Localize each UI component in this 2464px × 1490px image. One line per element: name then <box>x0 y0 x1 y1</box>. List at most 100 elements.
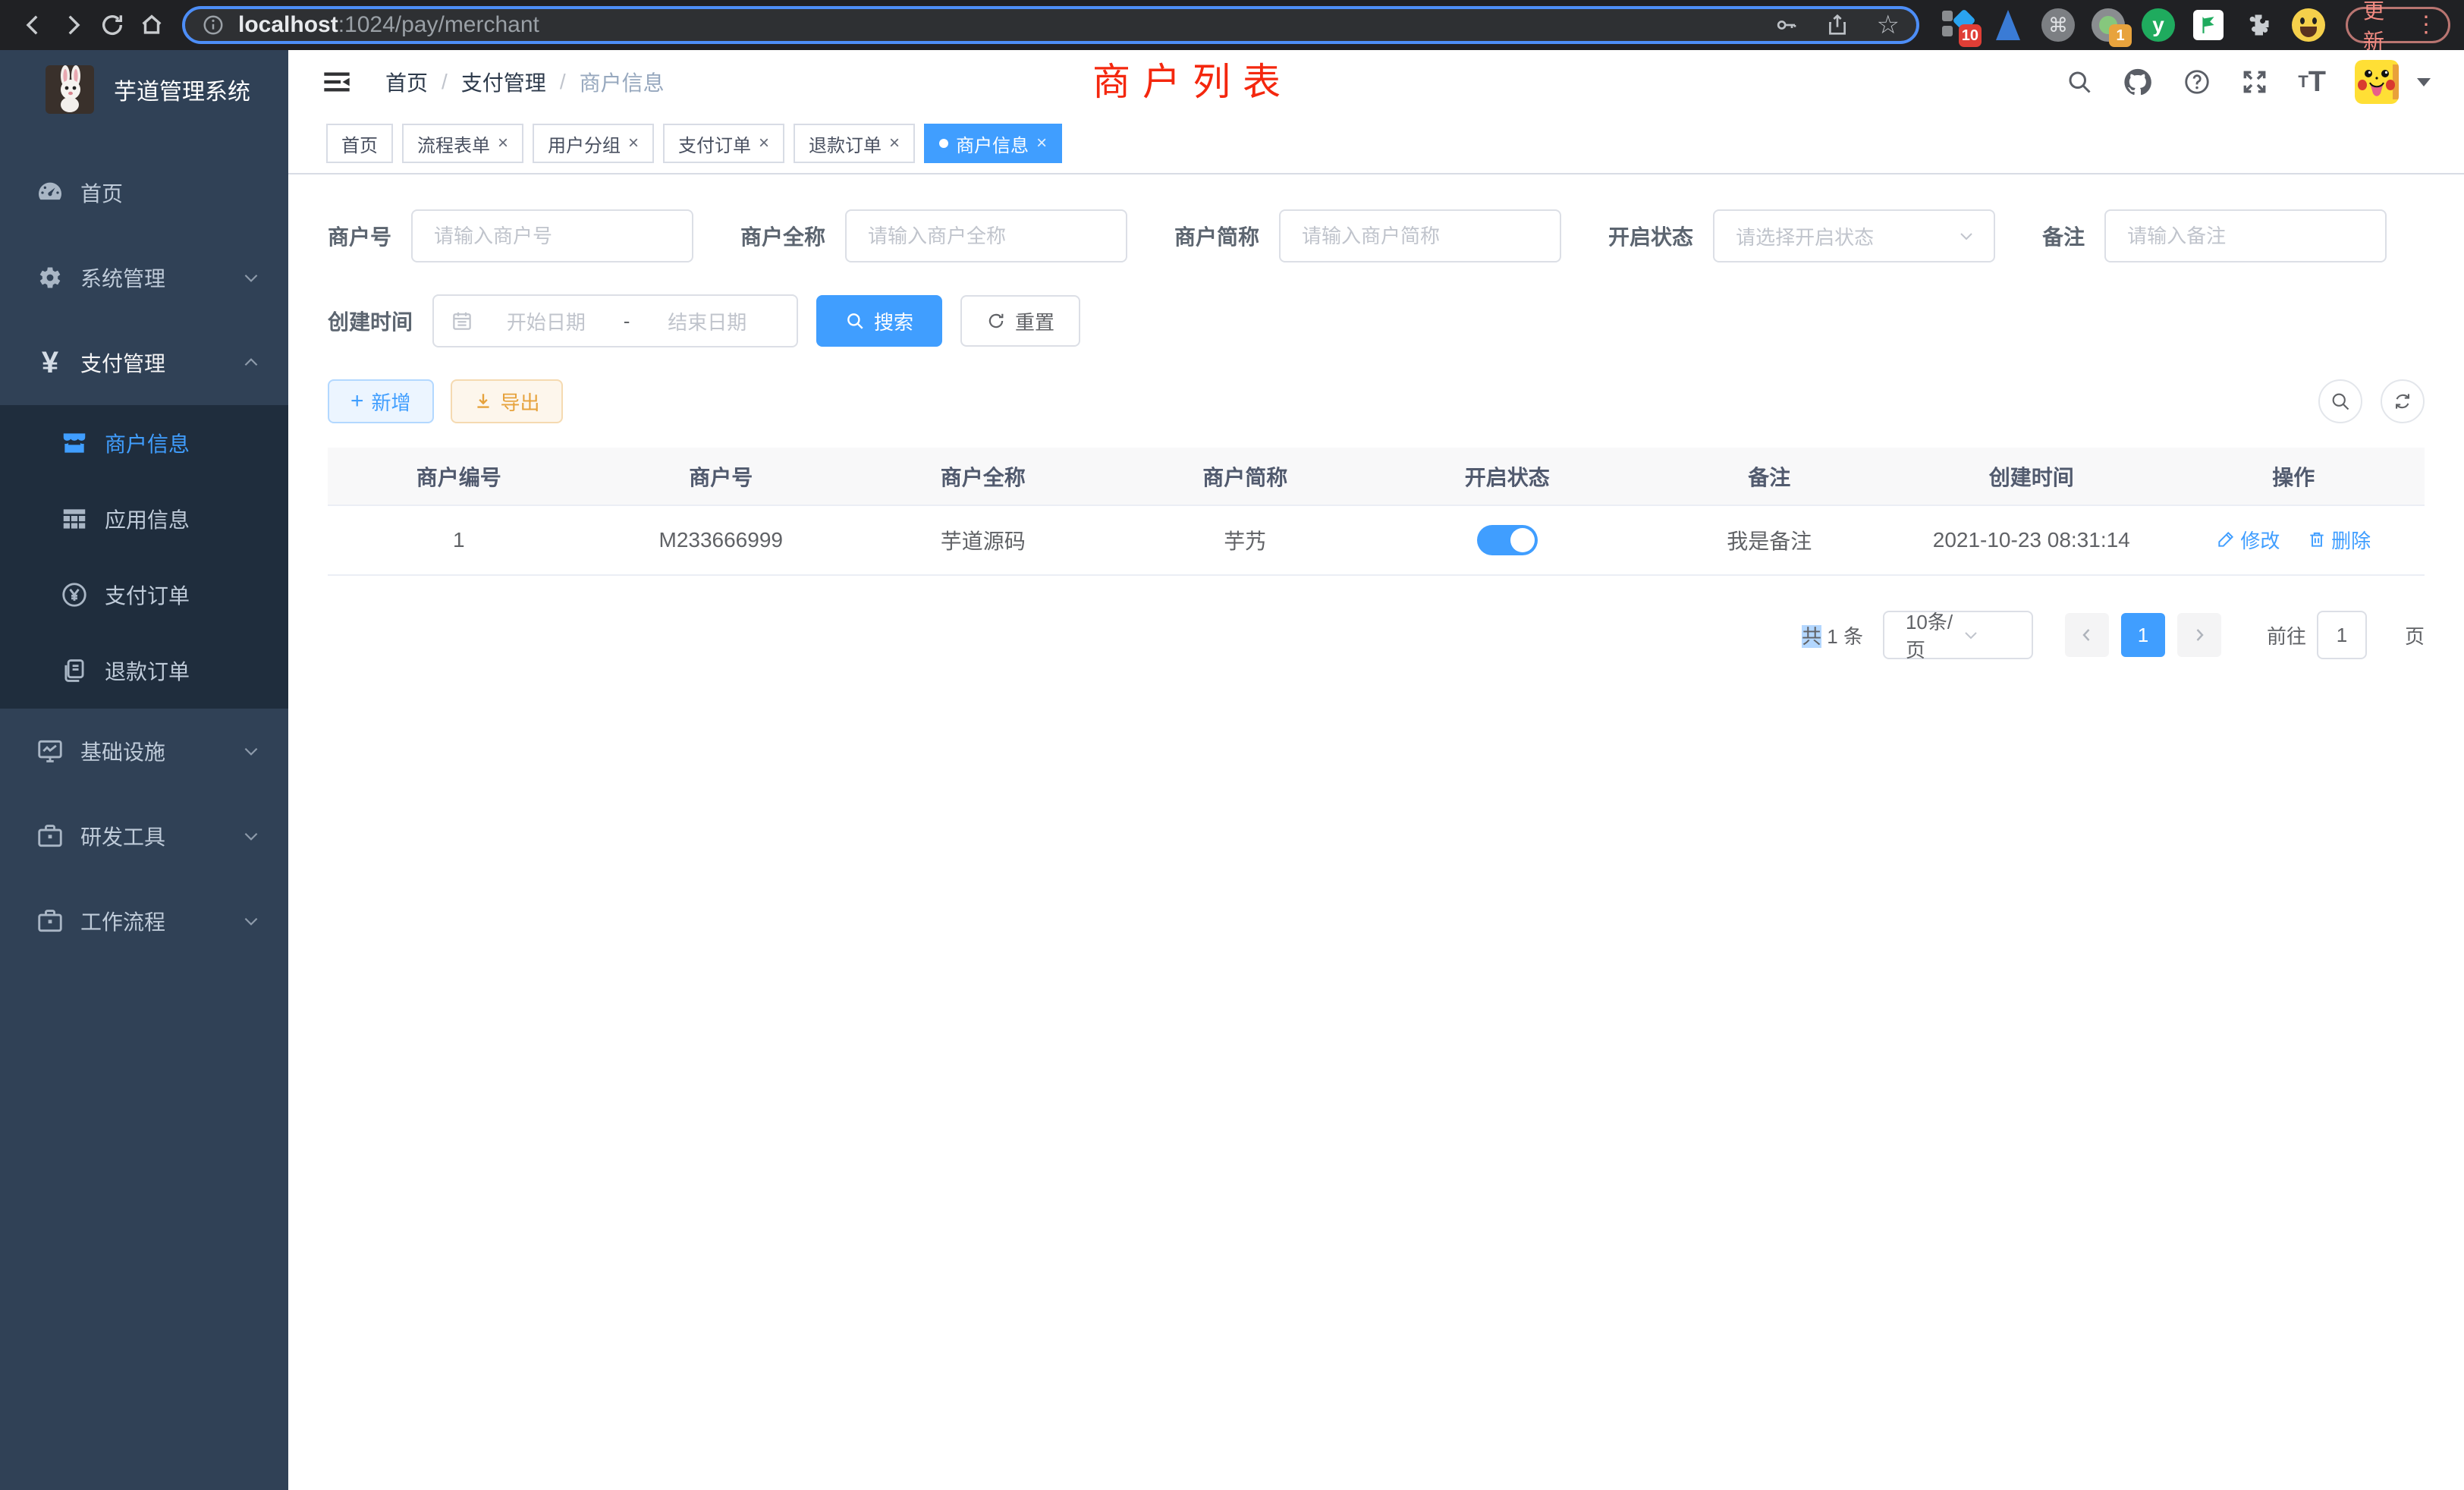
goto-page-input[interactable] <box>2317 611 2367 659</box>
browser-update-button[interactable]: 更新 ⋮ <box>2346 7 2450 43</box>
sidebar-item-dev-tools[interactable]: 研发工具 <box>0 794 288 879</box>
sidebar-collapse-button[interactable] <box>322 67 352 97</box>
breadcrumb-separator: / <box>442 70 448 94</box>
page-title-annotation: 商户列表 <box>1092 52 1293 106</box>
extension-flag[interactable] <box>2191 8 2226 42</box>
close-icon[interactable]: × <box>759 134 769 152</box>
pay-submenu: 商户信息 应用信息 支付订单 <box>0 405 288 709</box>
sidebar-item-workflow[interactable]: 工作流程 <box>0 879 288 963</box>
user-avatar[interactable] <box>2355 60 2399 104</box>
password-key-button[interactable] <box>1774 13 1798 37</box>
page-size-select[interactable]: 10条/页 <box>1883 611 2033 659</box>
delete-button[interactable]: 删除 <box>2307 526 2371 554</box>
sidebar-item-home[interactable]: 首页 <box>0 150 288 235</box>
tab-process-form[interactable]: 流程表单× <box>402 124 523 163</box>
site-info-icon[interactable] <box>202 14 225 36</box>
briefcase-icon <box>33 907 67 935</box>
page-number-1[interactable]: 1 <box>2121 613 2165 657</box>
next-page-button[interactable] <box>2177 613 2221 657</box>
export-button[interactable]: 导出 <box>451 379 563 423</box>
browser-menu-icon[interactable]: ⋮ <box>2410 14 2442 36</box>
close-icon[interactable]: × <box>1036 134 1047 152</box>
sidebar-item-app-info[interactable]: 应用信息 <box>0 481 288 557</box>
extension-emoji[interactable] <box>2291 8 2326 42</box>
command-icon: ⌘ <box>2041 8 2075 42</box>
extension-camera[interactable]: 1 <box>2091 8 2126 42</box>
sidebar-item-merchant-info[interactable]: 商户信息 <box>0 405 288 481</box>
app-title: 芋道管理系统 <box>114 73 250 106</box>
goto-unit: 页 <box>2405 621 2425 649</box>
chevron-down-icon <box>241 268 261 288</box>
tab-pay-order[interactable]: 支付订单× <box>663 124 784 163</box>
help-button[interactable] <box>2183 68 2211 96</box>
prev-page-button[interactable] <box>2065 613 2109 657</box>
col-remark: 备注 <box>1639 448 1901 505</box>
top-navbar: 首页 / 支付管理 / 商户信息 商户列表 <box>288 50 2464 114</box>
chevron-down-icon <box>1957 227 1975 245</box>
search-button[interactable]: 搜索 <box>816 295 942 347</box>
sidebar-item-refund-order[interactable]: 退款订单 <box>0 633 288 709</box>
y-circle-icon: y <box>2142 8 2175 42</box>
browser-forward-button[interactable] <box>53 5 93 45</box>
tab-home[interactable]: 首页 <box>326 124 393 163</box>
extension-command[interactable]: ⌘ <box>2041 8 2076 42</box>
yen-circle-icon <box>58 580 91 609</box>
toggle-search-button[interactable] <box>2318 379 2362 423</box>
search-button-label: 搜索 <box>874 307 913 335</box>
sidebar-logo-row[interactable]: 芋道管理系统 <box>0 50 288 129</box>
browser-home-button[interactable] <box>132 5 171 45</box>
fullscreen-button[interactable] <box>2240 68 2269 96</box>
extensions-puzzle-button[interactable] <box>2241 8 2276 42</box>
extension-y[interactable]: y <box>2141 8 2176 42</box>
address-bar[interactable]: localhost:1024/pay/merchant ☆ <box>182 6 1919 44</box>
tab-user-group[interactable]: 用户分组× <box>533 124 654 163</box>
sidebar-item-label: 首页 <box>80 178 123 208</box>
create-time-range-picker[interactable]: 开始日期 - 结束日期 <box>432 294 798 347</box>
refresh-table-button[interactable] <box>2381 379 2425 423</box>
extension-cone[interactable] <box>1991 8 2026 42</box>
col-actions: 操作 <box>2163 448 2425 505</box>
status-select[interactable]: 请选择开启状态 <box>1713 209 1995 262</box>
status-toggle-on[interactable] <box>1477 525 1538 555</box>
reset-button[interactable]: 重置 <box>960 295 1080 347</box>
close-icon[interactable]: × <box>498 134 508 152</box>
edit-button[interactable]: 修改 <box>2216 526 2280 554</box>
tags-view: 首页 流程表单× 用户分组× 支付订单× 退款订单× 商户信息× <box>288 114 2464 174</box>
github-button[interactable] <box>2122 66 2154 98</box>
font-size-button[interactable]: TT <box>2298 68 2326 96</box>
add-button[interactable]: + 新增 <box>328 379 434 423</box>
merchant-table: 商户编号 商户号 商户全称 商户简称 开启状态 备注 创建时间 操作 1 M23… <box>328 448 2425 576</box>
delete-label: 删除 <box>2331 526 2371 554</box>
close-icon[interactable]: × <box>889 134 900 152</box>
merchant-no-input[interactable] <box>411 209 693 262</box>
monitor-chart-icon <box>33 737 67 765</box>
share-button[interactable] <box>1825 13 1850 37</box>
avatar-pikachu-image <box>2355 60 2399 104</box>
sidebar-item-system[interactable]: 系统管理 <box>0 235 288 320</box>
table-row: 1 M233666999 芋道源码 芋艿 我是备注 2021-10-23 08:… <box>328 505 2425 575</box>
tab-refund-order[interactable]: 退款订单× <box>794 124 915 163</box>
browser-back-button[interactable] <box>14 5 53 45</box>
col-full-name: 商户全称 <box>852 448 1114 505</box>
navbar-actions: TT <box>2066 60 2431 104</box>
tab-merchant-info-active[interactable]: 商户信息× <box>924 124 1062 163</box>
full-name-input[interactable] <box>845 209 1127 262</box>
extension-diamond[interactable]: 10 <box>1941 8 1975 42</box>
breadcrumb-home[interactable]: 首页 <box>385 67 428 97</box>
sidebar-item-pay[interactable]: ¥ 支付管理 <box>0 320 288 405</box>
refund-doc-icon <box>58 656 91 685</box>
sidebar-item-infrastructure[interactable]: 基础设施 <box>0 709 288 794</box>
remark-input[interactable] <box>2104 209 2387 262</box>
logo-rabbit-image <box>46 65 94 114</box>
table-toolbar: + 新增 导出 <box>328 379 2425 423</box>
refresh-icon <box>986 311 1006 331</box>
bookmark-star-button[interactable]: ☆ <box>1877 12 1900 38</box>
close-icon[interactable]: × <box>628 134 639 152</box>
header-search-button[interactable] <box>2066 68 2093 96</box>
sidebar-item-pay-order[interactable]: 支付订单 <box>0 557 288 633</box>
main-area: 首页 / 支付管理 / 商户信息 商户列表 <box>288 50 2464 1490</box>
breadcrumb-pay[interactable]: 支付管理 <box>461 67 546 97</box>
browser-reload-button[interactable] <box>93 5 132 45</box>
avatar-caret-icon[interactable] <box>2417 78 2431 86</box>
short-name-input[interactable] <box>1279 209 1561 262</box>
